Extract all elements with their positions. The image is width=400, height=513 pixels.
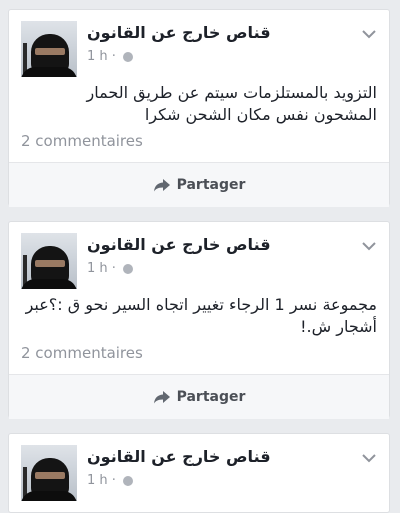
avatar[interactable] [21,445,77,501]
share-arrow-icon [153,179,170,192]
avatar[interactable] [21,233,77,289]
post-text: مجموعة نسر 1 الرجاء تغيير اتجاه السير نح… [25,295,377,336]
globe-icon [122,263,133,274]
globe-icon [122,51,133,62]
post-card: قناص خارج عن القانون 1 h · مجموعة نسر 1 … [8,221,390,419]
post-header: قناص خارج عن القانون 1 h · [9,10,389,77]
comments-count[interactable]: 2 commentaires [21,344,143,362]
share-label: Partager [176,177,246,193]
post-text: التزويد بالمستلزمات سيتم عن طريق الحمار … [86,83,377,124]
globe-icon [122,475,133,486]
post-header: قناص خارج عن القانون 1 h · [9,434,389,501]
post-header: قناص خارج عن القانون 1 h · [9,222,389,289]
post-card: قناص خارج عن القانون 1 h · التزويد بالمس… [8,9,390,207]
chevron-down-icon[interactable] [361,452,377,464]
share-button[interactable]: Partager [9,374,389,419]
avatar[interactable] [21,21,77,77]
post-meta: 1 h · [87,49,133,64]
comments-count[interactable]: 2 commentaires [21,132,143,150]
post-card: قناص خارج عن القانون 1 h · [8,433,390,513]
chevron-down-icon[interactable] [361,28,377,40]
author-name[interactable]: قناص خارج عن القانون [87,235,271,254]
post-time[interactable]: 1 h · [87,261,116,276]
share-label: Partager [176,389,246,405]
author-name[interactable]: قناص خارج عن القانون [87,23,271,42]
share-button[interactable]: Partager [9,162,389,207]
post-time[interactable]: 1 h · [87,49,116,64]
post-time[interactable]: 1 h · [87,473,116,488]
post-meta: 1 h · [87,473,133,488]
post-meta: 1 h · [87,261,133,276]
share-arrow-icon [153,391,170,404]
chevron-down-icon[interactable] [361,240,377,252]
author-name[interactable]: قناص خارج عن القانون [87,447,271,466]
